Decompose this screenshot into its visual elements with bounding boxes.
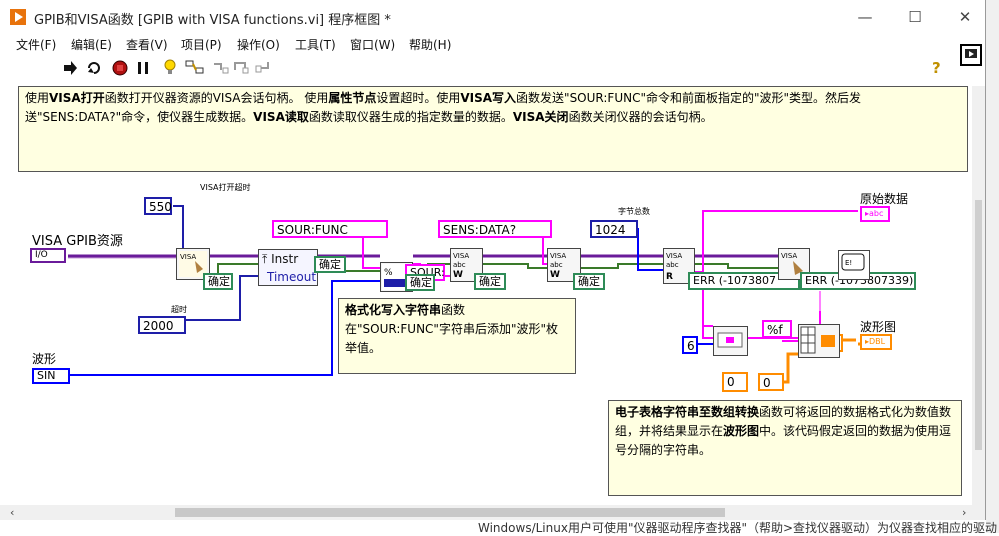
waveform-label: 波形 (32, 352, 57, 366)
svg-text:R: R (666, 272, 673, 282)
abort-execution-icon[interactable] (112, 60, 128, 76)
step-into-icon[interactable] (212, 60, 230, 74)
menu-operate[interactable]: 操作(O) (237, 36, 280, 53)
menu-window[interactable]: 窗口(W) (350, 36, 395, 53)
spreadsheet-to-array-node[interactable] (798, 324, 840, 358)
minimize-button[interactable]: — (850, 6, 880, 28)
format_comment-segment: 格式化写入字符串 (345, 303, 442, 317)
spreadsheet-icon (800, 326, 835, 354)
block-diagram-canvas[interactable]: 使用VISA打开函数打开仪器资源的VISA会话句柄。 使用属性节点设置超时。使用… (8, 86, 972, 506)
svg-text:abc: abc (666, 261, 679, 269)
svg-text:E!: E! (845, 259, 852, 267)
menu-view[interactable]: 查看(V) (126, 36, 168, 53)
visa-resource-control[interactable]: I/O (30, 248, 66, 263)
svg-text:abc: abc (550, 261, 563, 269)
visa-gpib-resource-label: VISA GPIB资源 (32, 234, 123, 249)
vi-icon (960, 44, 982, 66)
svg-text:VISA: VISA (180, 253, 196, 261)
timeout-label: 超时 (171, 305, 187, 314)
retain-wire-values-icon[interactable] (185, 59, 205, 75)
sens-data-constant[interactable]: SENS:DATA? (438, 220, 552, 238)
spreadsheet_comment-segment: 电子表格字符串至数组转换 (615, 405, 760, 419)
svg-text:VISA: VISA (550, 252, 566, 260)
sour-func-constant[interactable]: SOUR:FUNC (272, 220, 388, 238)
raw-data-indicator: ▸abc (860, 206, 890, 222)
svg-text:VISA: VISA (781, 252, 797, 260)
menu-edit[interactable]: 编辑(E) (71, 36, 112, 53)
close-button[interactable]: ✕ (950, 6, 980, 28)
waveform-enum-control[interactable]: SIN (32, 368, 70, 384)
maximize-button[interactable]: ☐ (900, 6, 930, 28)
step-out-icon[interactable] (254, 60, 272, 74)
timeout-constant[interactable]: 2000 (138, 316, 186, 334)
format-comment: 格式化写入字符串函数在"SOUR:FUNC"字符串后添加"波形"枚举值。 (338, 298, 576, 374)
byte-count-constant[interactable]: 1024 (590, 220, 638, 238)
zero-constant-a[interactable]: 0 (722, 372, 748, 392)
error-handler-icon: E! (841, 253, 865, 271)
svg-text:VISA: VISA (453, 252, 469, 260)
visa-open-timeout-label: VISA打开超时 (200, 183, 251, 192)
labview-window: GPIB和VISA函数 [GPIB with VISA functions.vi… (0, 0, 986, 520)
menu-tools[interactable]: 工具(T) (295, 36, 336, 53)
run-continuously-icon[interactable] (86, 60, 102, 76)
menu-bar: 文件(F) 编辑(E) 查看(V) 项目(P) 操作(O) 工具(T) 窗口(W… (0, 34, 985, 54)
svg-text:VISA: VISA (666, 252, 682, 260)
visa-timeout-constant[interactable]: 550 (144, 197, 172, 215)
window-title: GPIB和VISA函数 [GPIB with VISA functions.vi… (34, 13, 391, 28)
svg-text:W: W (550, 270, 560, 280)
svg-text:abc: abc (453, 261, 466, 269)
svg-text:%: % (384, 268, 393, 278)
menu-project[interactable]: 项目(P) (181, 36, 222, 53)
confirm-indicator-1: 确定 (203, 273, 233, 290)
title-bar: GPIB和VISA函数 [GPIB with VISA functions.vi… (0, 0, 985, 34)
byte-count-label: 字节总数 (618, 207, 650, 216)
waveform-graph-indicator: ▸DBL (860, 334, 892, 350)
pause-icon[interactable] (135, 60, 151, 76)
run-arrow-icon[interactable] (62, 60, 78, 76)
scroll-right-icon[interactable]: › (962, 506, 966, 519)
confirm-indicator-4: 确定 (474, 273, 506, 290)
precision-constant[interactable]: 6 (682, 336, 698, 354)
timeout-property[interactable]: Timeout (267, 270, 316, 284)
instr-class-label: ⤒ Instr (262, 252, 299, 266)
confirm-indicator-2: 确定 (314, 256, 346, 273)
confirm-indicator-3: 确定 (405, 274, 435, 291)
context-help-icon[interactable]: ? (932, 59, 941, 77)
property-node[interactable]: ⤒ Instr Timeout (258, 249, 318, 286)
menu-file[interactable]: 文件(F) (16, 36, 56, 53)
spreadsheet-comment: 电子表格字符串至数组转换函数可将返回的数据格式化为数值数组，并将结果显示在波形图… (608, 400, 962, 496)
background-window-edge (986, 0, 999, 533)
waveform-graph-label: 波形图 (860, 320, 897, 334)
confirm-indicator-5: 确定 (573, 273, 605, 290)
background-status-text: Windows/Linux用户可使用"仪器驱动程序查找器"（帮助>查找仪器驱动）… (478, 521, 998, 535)
toolbar: ? (0, 44, 985, 84)
step-over-icon[interactable] (233, 60, 251, 74)
labview-app-icon (10, 9, 26, 25)
highlight-execution-icon[interactable] (161, 58, 179, 76)
simple-error-handler-node[interactable]: E! (838, 250, 870, 280)
string-subset-icon (717, 332, 743, 348)
spreadsheet_comment-segment: 波形图 (723, 424, 760, 438)
raw-data-label: 原始数据 (860, 192, 909, 206)
svg-text:W: W (453, 270, 463, 280)
format-f-constant[interactable]: %f (762, 320, 792, 338)
menu-help[interactable]: 帮助(H) (409, 36, 451, 53)
spreadsheet-helper-node[interactable] (713, 326, 748, 356)
scroll-left-icon[interactable]: ‹ (10, 506, 14, 519)
horizontal-scroll-thumb[interactable] (175, 508, 725, 517)
zero-constant-b[interactable]: 0 (758, 373, 784, 391)
vertical-scroll-thumb[interactable] (975, 200, 982, 450)
